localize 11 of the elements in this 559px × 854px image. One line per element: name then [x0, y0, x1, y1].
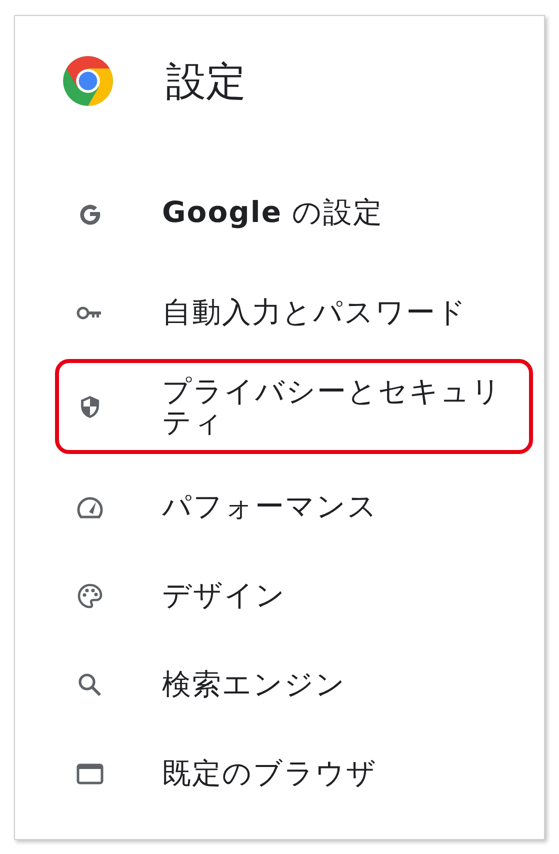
- menu-item[interactable]: 自動入力とパスワード: [55, 268, 533, 357]
- browser-logo-icon: [62, 55, 114, 107]
- search-icon: [76, 670, 104, 698]
- settings-title: 設定: [166, 58, 246, 106]
- palette-icon: [76, 582, 104, 610]
- menu-item[interactable]: Google の設定: [55, 165, 533, 260]
- menu-item[interactable]: プライバシーとセキュリティ: [55, 359, 533, 454]
- menu-item[interactable]: デザイン: [55, 551, 533, 640]
- menu-item[interactable]: 検索エンジン: [55, 640, 533, 729]
- menu-item[interactable]: パフォーマンス: [55, 462, 533, 551]
- menu-item[interactable]: 既定のブラウザ: [55, 729, 533, 818]
